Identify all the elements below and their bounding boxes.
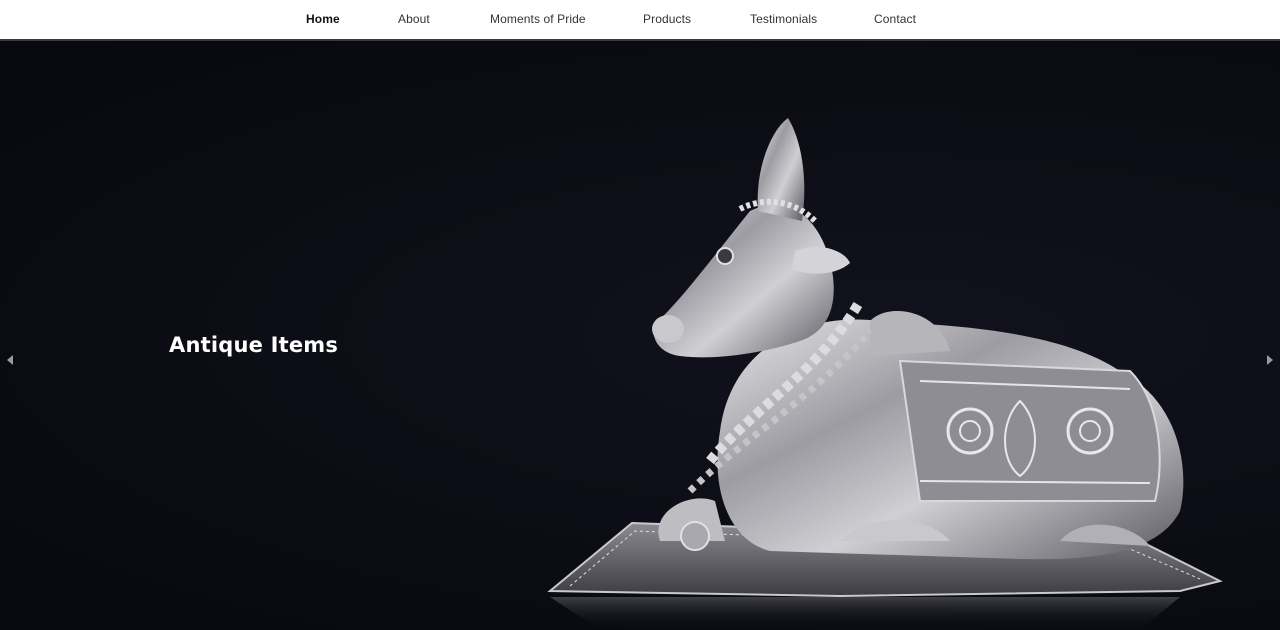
caret-right-icon [1267,355,1273,365]
nav-about[interactable]: About [398,12,430,26]
nandi-statue-image [547,118,1223,630]
nav-moments-of-pride[interactable]: Moments of Pride [490,12,586,26]
caret-left-icon [7,355,13,365]
nav-testimonials[interactable]: Testimonials [750,12,817,26]
nav-contact[interactable]: Contact [874,12,916,26]
slider-prev-button[interactable] [3,352,17,368]
hero-slider: Antique Items [0,41,1280,630]
top-navigation: Home About Moments of Pride Products Tes… [0,0,1280,41]
nav-home[interactable]: Home [306,12,340,26]
slide-caption: Antique Items [169,333,339,357]
nav-products[interactable]: Products [643,12,691,26]
slider-next-button[interactable] [1263,352,1277,368]
